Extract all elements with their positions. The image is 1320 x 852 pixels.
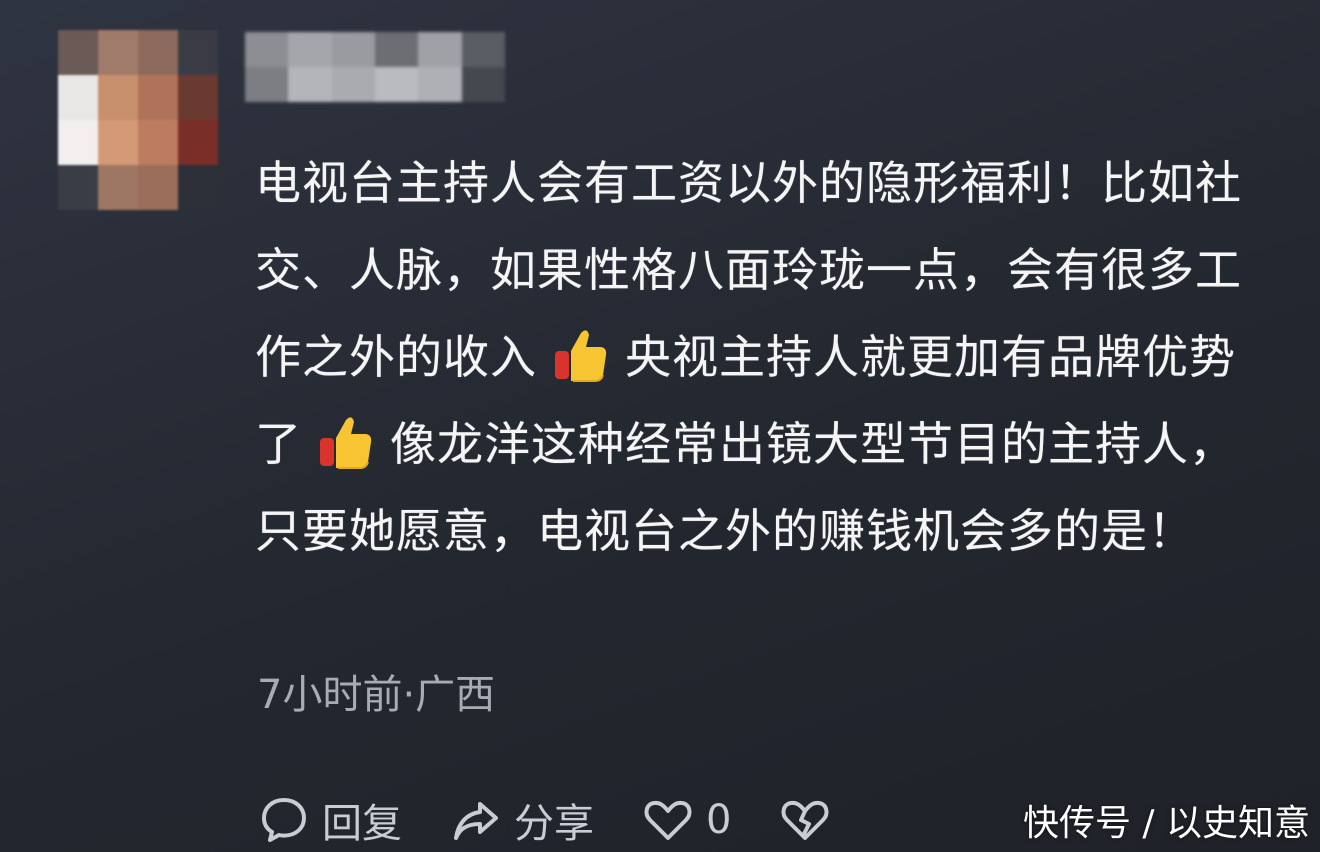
like-button[interactable]: 0 — [642, 794, 731, 846]
comment-bubble-icon — [262, 798, 306, 842]
thumbs-up-emoji — [316, 412, 376, 472]
like-count: 0 — [706, 797, 732, 843]
share-arrow-icon — [454, 802, 498, 840]
thumbs-up-emoji — [551, 325, 611, 385]
heart-icon — [644, 800, 692, 840]
watermark: 快传号 / 以史知意 — [1022, 803, 1310, 844]
comment-text-part-3: 像龙洋这种经常出镜大型节目的主持人，只要她愿意，电视台之外的赚钱机会多的是！ — [255, 417, 1236, 558]
username[interactable] — [245, 32, 505, 102]
comment-meta: 7小时前·广西 — [257, 672, 496, 718]
share-label: 分享 — [514, 801, 594, 847]
reply-button[interactable]: 回复 — [258, 791, 402, 849]
broken-heart-icon — [781, 800, 829, 840]
reply-label: 回复 — [322, 801, 402, 847]
dislike-button[interactable] — [779, 794, 843, 846]
share-button[interactable]: 分享 — [450, 791, 594, 849]
comment-actions: 回复 分享 0 — [258, 790, 891, 850]
avatar[interactable] — [58, 30, 218, 210]
comment-text: 电视台主持人会有工资以外的隐形福利！比如社交、人脉，如果性格八面玲珑一点，会有很… — [255, 140, 1265, 575]
